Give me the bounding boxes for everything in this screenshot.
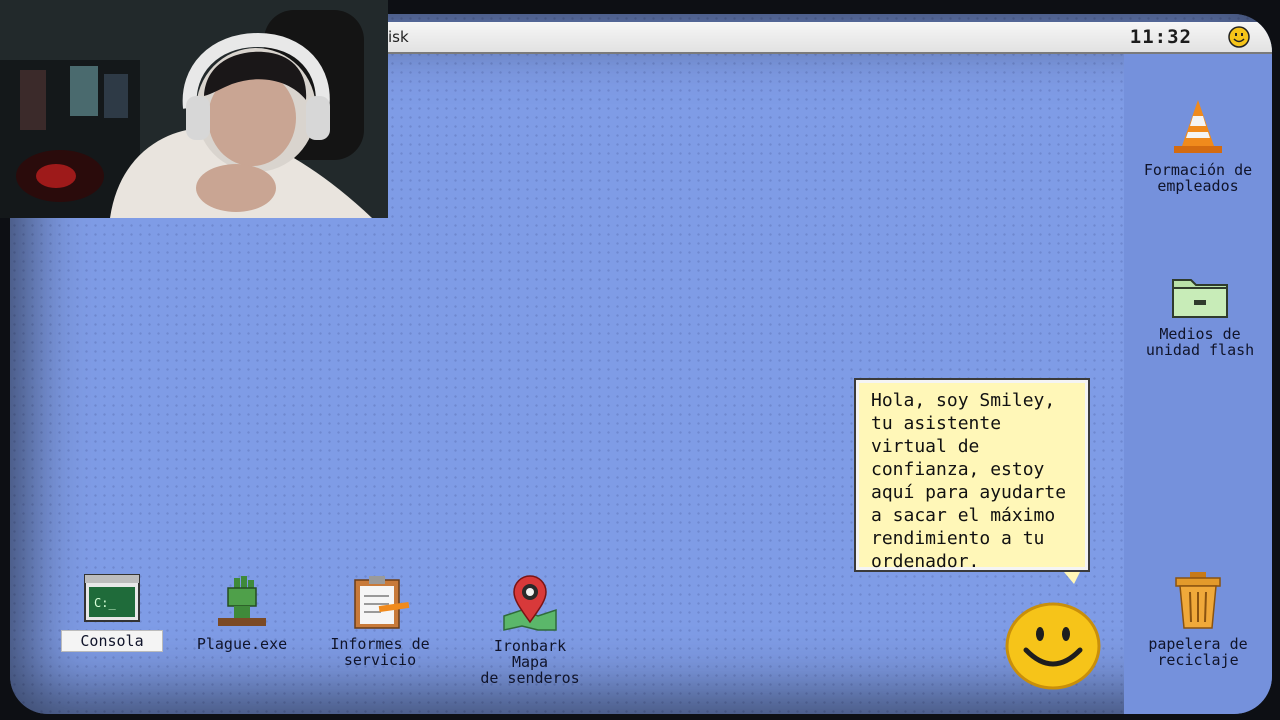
- assistant-speech-bubble: Hola, soy Smiley, tu asistente virtual d…: [854, 378, 1090, 572]
- desktop-icon-formacion[interactable]: Formación de empleados: [1138, 98, 1258, 194]
- desktop-icon-ironbark[interactable]: Ironbark Mapa de senderos: [466, 570, 594, 686]
- desktop-icon-informes[interactable]: Informes de servicio: [316, 574, 444, 668]
- zombie-hand-icon: [218, 576, 266, 626]
- webcam-overlay: [0, 0, 388, 218]
- folder-icon: [1172, 279, 1228, 318]
- traffic-cone-icon: [1174, 100, 1222, 153]
- menu-disk[interactable]: isk: [388, 28, 409, 46]
- desktop-icon-papelera[interactable]: papelera de reciclaje: [1138, 570, 1258, 668]
- desktop-icon-label: Medios de unidad flash: [1145, 325, 1255, 359]
- desktop-icon-label: Plague.exe: [196, 635, 288, 653]
- clock: 11:32: [1129, 26, 1192, 48]
- desktop-icon-plague[interactable]: Plague.exe: [184, 574, 300, 652]
- assistant-message: Hola, soy Smiley, tu asistente virtual d…: [871, 390, 1067, 572]
- desktop-icon-consola[interactable]: C:_ Consola: [54, 574, 170, 652]
- console-icon: C:_: [84, 574, 140, 622]
- svg-text:C:_: C:_: [94, 596, 116, 610]
- desktop-icon-medios[interactable]: Medios de unidad flash: [1138, 272, 1262, 358]
- desktop-icon-label: Consola: [61, 630, 163, 652]
- tray-smiley-icon[interactable]: [1228, 26, 1250, 48]
- trash-bin-icon: [1175, 572, 1221, 629]
- speech-bubble-tail: [1064, 572, 1080, 584]
- desktop-icon-label: Ironbark Mapa de senderos: [480, 637, 580, 687]
- smiley-assistant-icon[interactable]: [1004, 600, 1102, 690]
- map-pin-icon: [503, 575, 557, 631]
- webcam-video-image: [0, 0, 388, 218]
- desktop-icon-label: Informes de servicio: [330, 635, 430, 669]
- desktop-icon-label: Formación de empleados: [1143, 161, 1253, 195]
- desktop-icon-label: papelera de reciclaje: [1148, 635, 1248, 669]
- clipboard-icon: [354, 576, 410, 629]
